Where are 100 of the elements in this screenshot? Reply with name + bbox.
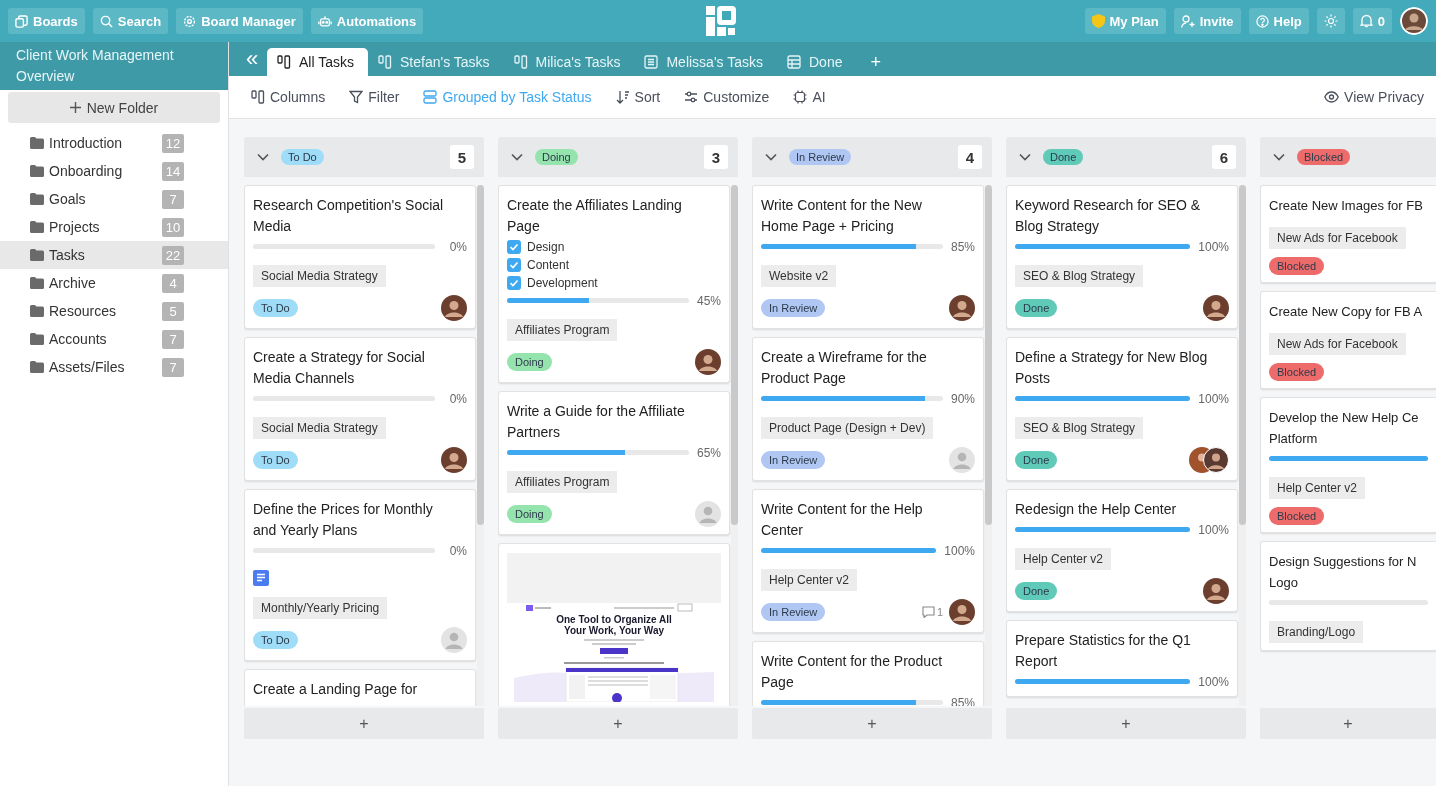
card-title: Create a Landing Page for	[253, 680, 419, 699]
card-count: 4	[958, 145, 982, 169]
task-card[interactable]: Prepare Statistics for the Q1 Report 100%	[1006, 620, 1238, 697]
status-pill: In Review	[789, 149, 852, 165]
card-title: Define a Strategy for New Blog Posts	[1015, 348, 1209, 388]
task-card[interactable]: One Tool to Organize All Your Work, Your Way	[498, 543, 730, 706]
status-pill: Blocked	[1269, 257, 1325, 275]
status-pill: To Do	[253, 451, 298, 469]
card-count: 3	[704, 145, 728, 169]
add-card-button[interactable]: +	[1006, 708, 1246, 739]
card-title: Keyword Research for SEO & Blog Strategy	[1015, 196, 1202, 236]
task-card[interactable]: Write a Guide for the Affiliate Partners 65% Affiliates Program Doing	[498, 391, 730, 535]
progress-percent: 0%	[448, 543, 467, 558]
task-card[interactable]: Create the Affiliates Landing Page Design Content Development 45% Affiliates Program Doing	[498, 185, 730, 383]
project-tag: Monthly/Yearly Pricing	[253, 597, 388, 619]
folder-icon	[30, 305, 44, 317]
folder-count: 5	[162, 301, 184, 321]
avatar-pair	[1189, 447, 1229, 473]
task-card[interactable]: Redesign the Help Center 100% Help Center v2 Done	[1006, 489, 1238, 612]
eye-icon	[1324, 91, 1340, 103]
scrollbar[interactable]	[985, 185, 992, 706]
board-icon	[378, 55, 392, 69]
bell-icon	[1359, 14, 1373, 28]
chevron-icon[interactable]	[1019, 153, 1031, 161]
theme-button[interactable]	[1316, 8, 1345, 34]
status-pill: Doing	[507, 353, 552, 371]
view-tab[interactable]: All Tasks	[267, 48, 368, 76]
toolbar-button[interactable]: Filter	[349, 89, 400, 105]
toolbar-button[interactable]: AI	[793, 89, 826, 105]
avatar	[949, 295, 975, 321]
status-pill: Done	[1043, 149, 1084, 165]
task-card[interactable]: Research Competition's Social Media 0% Social Media Strategy To Do	[244, 185, 476, 329]
task-card[interactable]: Create a Strategy for Social Media Channels 0% Social Media Strategy To Do	[244, 337, 476, 481]
card-title: Create New Images for FB	[1269, 197, 1424, 215]
chevron-icon[interactable]	[511, 153, 523, 161]
checkbox[interactable]	[507, 258, 521, 272]
scrollbar[interactable]	[477, 185, 484, 706]
progress-percent: 0%	[448, 239, 467, 254]
document-icon[interactable]	[253, 570, 269, 586]
checklist-item: Development	[527, 276, 598, 290]
avatar	[949, 447, 975, 473]
task-card[interactable]: Design Suggestions for N Logo Branding/Logo	[1260, 541, 1436, 651]
folder-item[interactable]: Archive 4	[0, 269, 228, 297]
task-card[interactable]: Create a Landing Page for	[244, 669, 476, 706]
status-pill: In Review	[761, 603, 826, 621]
card-count: 5	[450, 145, 474, 169]
card-title: Write Content for the Help Center	[761, 500, 924, 540]
folder-item[interactable]: Assets/Files 7	[0, 353, 228, 381]
task-card[interactable]: Develop the New Help Ce Platform Help Center v2 Blocked	[1260, 397, 1436, 533]
folder-item[interactable]: Accounts 7	[0, 325, 228, 353]
add-card-button[interactable]: +	[498, 708, 738, 739]
task-card[interactable]: Create New Copy for FB A New Ads for Facebook Blocked	[1260, 291, 1436, 389]
folder-name: Resources	[49, 303, 117, 319]
folder-item[interactable]: Projects 10	[0, 213, 228, 241]
add-card-button[interactable]: +	[752, 708, 992, 739]
folder-count: 7	[162, 329, 184, 349]
task-card[interactable]: Keyword Research for SEO & Blog Strategy 100% SEO & Blog Strategy Done	[1006, 185, 1238, 329]
checkbox[interactable]	[507, 240, 521, 254]
task-card[interactable]: Create a Wireframe for the Product Page 90% Product Page (Design + Dev) In Review	[752, 337, 984, 481]
sliders-icon	[684, 90, 699, 104]
status-pill: Doing	[507, 505, 552, 523]
add-card-button[interactable]: +	[1260, 708, 1436, 739]
task-card[interactable]: Write Content for the Product Page 85%	[752, 641, 984, 706]
chevron-icon[interactable]	[257, 153, 269, 161]
folder-item[interactable]: Resources 5	[0, 297, 228, 325]
task-card[interactable]: Write Content for the Help Center 100% Help Center v2 In Review 1	[752, 489, 984, 633]
add-card-button[interactable]: +	[244, 708, 484, 739]
filter-icon	[349, 90, 364, 104]
toolbar-button[interactable]: Sort	[615, 89, 661, 105]
project-tag: New Ads for Facebook	[1269, 227, 1406, 249]
project-tag: Help Center v2	[761, 569, 858, 591]
gear-icon	[183, 14, 197, 28]
project-tag: Help Center v2	[1015, 548, 1112, 570]
avatar	[695, 349, 721, 375]
folder-item[interactable]: Goals 7	[0, 185, 228, 213]
chevron-icon[interactable]	[765, 153, 777, 161]
folder-item[interactable]: Introduction 12	[0, 129, 228, 157]
progress-percent: 100%	[1198, 239, 1229, 254]
toolbar-button[interactable]: Columns	[251, 89, 326, 105]
task-card[interactable]: Write Content for the New Home Page + Pricing 85% Website v2 In Review	[752, 185, 984, 329]
new-folder-button[interactable]: New Folder	[8, 92, 220, 123]
chevron-icon[interactable]	[1273, 153, 1285, 161]
view-privacy-button[interactable]: View Privacy	[1324, 89, 1424, 105]
checkbox[interactable]	[507, 276, 521, 290]
task-card[interactable]: Create New Images for FB New Ads for Facebook Blocked	[1260, 185, 1436, 283]
task-card[interactable]: Define the Prices for Monthly and Yearly Plans 0% Monthly/Yearly Pricing To Do	[244, 489, 476, 661]
toolbar-button[interactable]: Customize	[684, 89, 770, 105]
avatar	[1203, 578, 1229, 604]
folder-name: Onboarding	[49, 163, 124, 179]
folder-name: Projects	[49, 219, 101, 235]
scrollbar[interactable]	[731, 185, 738, 706]
plus-icon	[69, 102, 81, 113]
board-icon	[513, 55, 528, 69]
folder-item[interactable]: Onboarding 14	[0, 157, 228, 185]
user-avatar[interactable]	[1400, 7, 1428, 35]
progress-percent: 100%	[944, 543, 975, 558]
progress-percent: 85%	[950, 695, 975, 706]
folder-item[interactable]: Tasks 22	[0, 241, 228, 269]
scrollbar[interactable]	[1239, 185, 1246, 706]
task-card[interactable]: Define a Strategy for New Blog Posts 100% SEO & Blog Strategy Done	[1006, 337, 1238, 481]
